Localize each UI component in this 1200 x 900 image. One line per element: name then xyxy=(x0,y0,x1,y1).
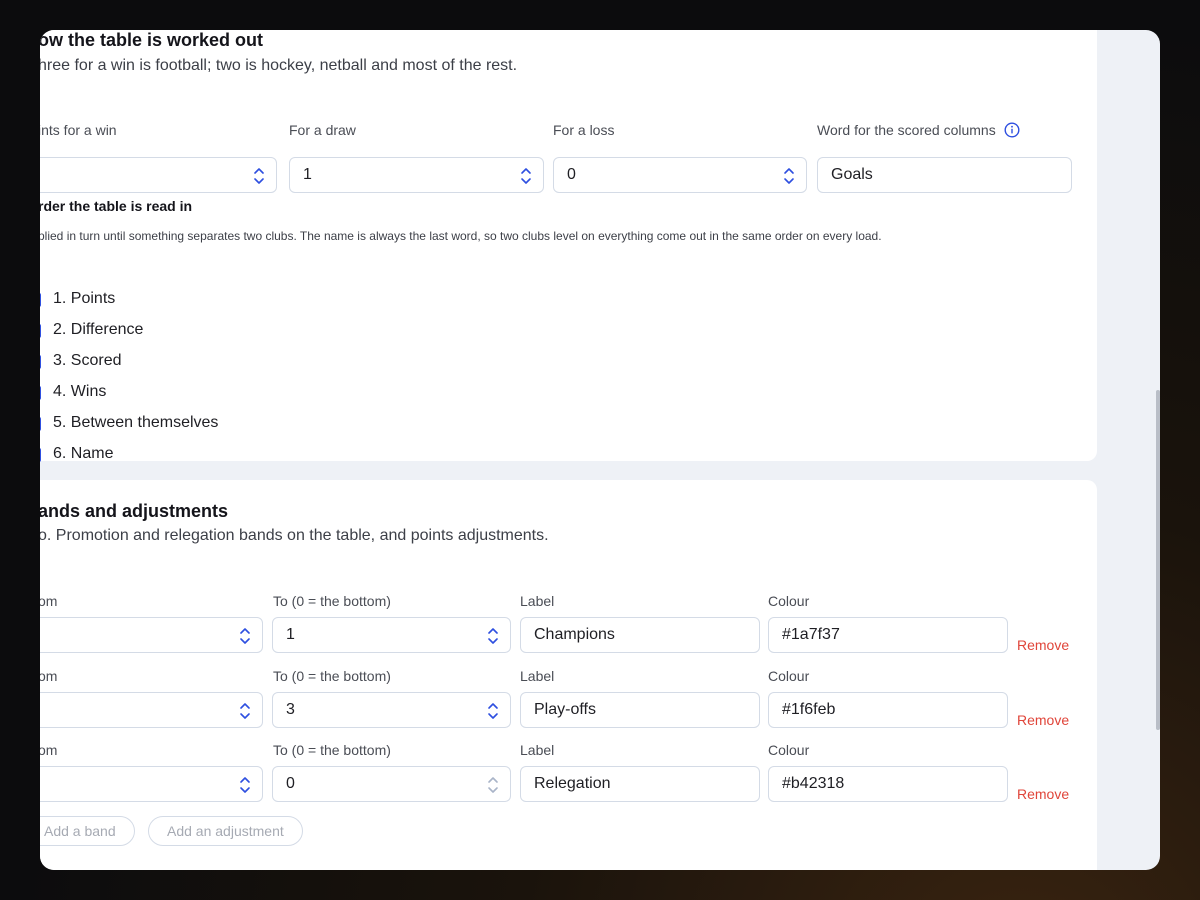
tiebreak-order-title: rder the table is read in xyxy=(40,198,193,214)
points-draw-label: For a draw xyxy=(289,122,356,138)
to-label: To (0 = the bottom) xyxy=(273,742,391,758)
points-draw-value: 1 xyxy=(303,166,312,183)
chevron-up-down-icon[interactable] xyxy=(519,165,533,187)
scoring-settings-card: ow the table is worked out hree for a wi… xyxy=(40,30,1097,463)
band-label-label: Label xyxy=(520,742,555,758)
remove-band-button[interactable]: Remove xyxy=(1017,786,1069,802)
bands-adjustments-card: ands and adjustments o. Promotion and re… xyxy=(40,480,1097,870)
section-subtitle: o. Promotion and relegation bands on the… xyxy=(40,527,549,544)
points-win-label: ints for a win xyxy=(40,122,117,138)
from-label: om xyxy=(40,668,58,684)
drag-handle-icon[interactable] xyxy=(40,386,41,400)
band-colour-value: #1a7f37 xyxy=(782,626,840,643)
band-to-value: 0 xyxy=(286,775,295,792)
band-label-input[interactable]: Relegation xyxy=(520,766,760,802)
band-colour-input[interactable]: #1f6feb xyxy=(768,692,1008,728)
list-item[interactable]: 4. Wins xyxy=(53,383,106,401)
colour-label: Colour xyxy=(768,593,810,609)
from-label: om xyxy=(40,593,58,609)
band-colour-value: #b42318 xyxy=(782,775,845,792)
band-colour-value: #1f6feb xyxy=(782,701,836,718)
points-loss-value: 0 xyxy=(567,166,576,183)
scored-word-input[interactable]: Goals xyxy=(817,157,1072,193)
list-item[interactable]: 1. Points xyxy=(53,290,115,308)
to-label: To (0 = the bottom) xyxy=(273,668,391,684)
chevron-up-down-icon[interactable] xyxy=(486,700,500,722)
app-window: ow the table is worked out hree for a wi… xyxy=(40,30,1160,870)
chevron-up-down-icon[interactable] xyxy=(238,625,252,647)
band-from-input[interactable]: 2 xyxy=(40,692,263,728)
band-to-input[interactable]: 3 xyxy=(272,692,511,728)
drag-handle-icon[interactable] xyxy=(40,324,41,338)
chevron-up-down-icon[interactable] xyxy=(252,165,266,187)
drag-handle-icon[interactable] xyxy=(40,448,41,462)
to-label: To (0 = the bottom) xyxy=(273,593,391,609)
list-item[interactable]: 3. Scored xyxy=(53,352,121,370)
section-subtitle: hree for a win is football; two is hocke… xyxy=(40,57,518,74)
points-draw-input[interactable]: 1 xyxy=(289,157,544,193)
band-to-input[interactable]: 1 xyxy=(272,617,511,653)
band-from-input[interactable]: 1 xyxy=(40,617,263,653)
band-label-label: Label xyxy=(520,593,555,609)
chevron-up-down-icon[interactable] xyxy=(486,774,500,796)
list-item[interactable]: 5. Between themselves xyxy=(53,414,218,432)
band-label-input[interactable]: Champions xyxy=(520,617,760,653)
band-colour-input[interactable]: #b42318 xyxy=(768,766,1008,802)
scored-word-label: Word for the scored columns xyxy=(817,122,1020,138)
points-win-input[interactable]: 3 xyxy=(40,157,277,193)
tiebreak-order-description: plied in turn until something separates … xyxy=(40,229,882,243)
band-to-value: 1 xyxy=(286,626,295,643)
colour-label: Colour xyxy=(768,668,810,684)
band-to-input[interactable]: 0 xyxy=(272,766,511,802)
remove-band-button[interactable]: Remove xyxy=(1017,637,1069,653)
list-item[interactable]: 2. Difference xyxy=(53,321,143,339)
band-from-input[interactable]: 9 xyxy=(40,766,263,802)
chevron-up-down-icon[interactable] xyxy=(782,165,796,187)
add-band-button[interactable]: Add a band xyxy=(40,816,135,846)
section-title: ands and adjustments xyxy=(40,501,229,521)
list-item[interactable]: 6. Name xyxy=(53,445,113,463)
band-colour-input[interactable]: #1a7f37 xyxy=(768,617,1008,653)
chevron-up-down-icon[interactable] xyxy=(238,774,252,796)
band-to-value: 3 xyxy=(286,701,295,718)
scored-word-label-text: Word for the scored columns xyxy=(817,122,996,138)
drag-handle-icon[interactable] xyxy=(40,293,41,307)
from-label: om xyxy=(40,742,58,758)
points-loss-input[interactable]: 0 xyxy=(553,157,807,193)
drag-handle-icon[interactable] xyxy=(40,355,41,369)
band-label-value: Champions xyxy=(534,626,615,643)
chevron-up-down-icon[interactable] xyxy=(238,700,252,722)
points-loss-label: For a loss xyxy=(553,122,615,138)
scored-word-value: Goals xyxy=(831,166,873,183)
band-label-value: Play-offs xyxy=(534,701,596,718)
chevron-up-down-icon[interactable] xyxy=(486,625,500,647)
band-label-label: Label xyxy=(520,668,555,684)
remove-band-button[interactable]: Remove xyxy=(1017,712,1069,728)
band-label-value: Relegation xyxy=(534,775,611,792)
add-adjustment-button[interactable]: Add an adjustment xyxy=(148,816,303,846)
colour-label: Colour xyxy=(768,742,810,758)
drag-handle-icon[interactable] xyxy=(40,417,41,431)
info-icon[interactable] xyxy=(1004,122,1020,138)
band-label-input[interactable]: Play-offs xyxy=(520,692,760,728)
scrollbar[interactable] xyxy=(1156,390,1160,730)
section-title: ow the table is worked out xyxy=(40,30,264,50)
